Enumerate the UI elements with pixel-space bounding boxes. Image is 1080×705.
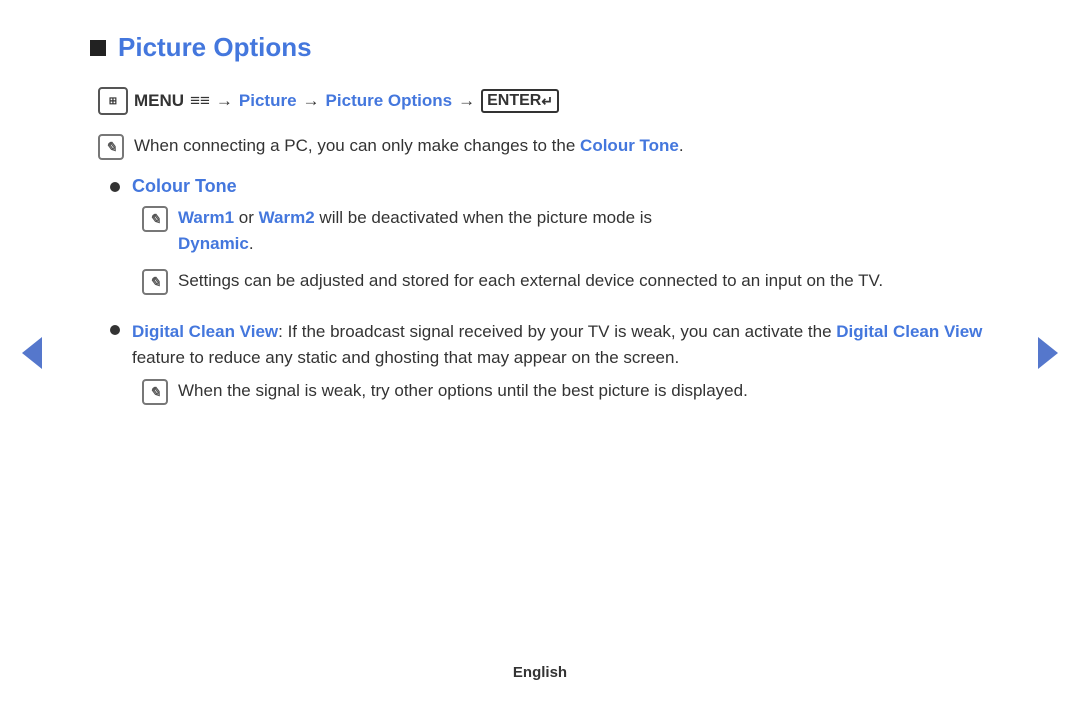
dcv-text1: If the broadcast signal received by your… (283, 322, 836, 341)
warm-after: will be deactivated when the picture mod… (315, 208, 652, 227)
note-icon-settings: ✎ (142, 269, 168, 295)
pc-note-before: When connecting a PC, you can only make … (134, 136, 580, 155)
menu-picture: Picture (239, 91, 297, 111)
title-square-icon (90, 40, 106, 56)
note-icon-dcv: ✎ (142, 379, 168, 405)
warm-or: or (234, 208, 259, 227)
dcv-link: Digital Clean View (836, 322, 982, 341)
dcv-main-text: Digital Clean View: If the broadcast sig… (132, 322, 982, 367)
warm-note: ✎ Warm1 or Warm2 will be deactivated whe… (142, 205, 990, 256)
pc-note-text: When connecting a PC, you can only make … (134, 133, 684, 159)
dynamic-text: Dynamic (178, 234, 249, 253)
bullet-digital-clean-view: Digital Clean View: If the broadcast sig… (110, 319, 990, 417)
warm2-text: Warm2 (259, 208, 315, 227)
prev-arrow[interactable] (16, 337, 48, 369)
dcv-sub-note: ✎ When the signal is weak, try other opt… (142, 378, 990, 405)
menu-path: ⊞ MENU ≡≡ → Picture → Picture Options → … (98, 87, 990, 115)
right-arrow-icon (1038, 337, 1058, 369)
settings-note-text: Settings can be adjusted and stored for … (178, 268, 883, 294)
footer: English (0, 664, 1080, 681)
page-title-section: Picture Options (90, 32, 990, 63)
colour-tone-notes: ✎ Warm1 or Warm2 will be deactivated whe… (142, 205, 990, 295)
page-title: Picture Options (118, 32, 312, 63)
dcv-title: Digital Clean View (132, 322, 278, 341)
pc-note-after: . (679, 136, 684, 155)
warm1-text: Warm1 (178, 208, 234, 227)
left-arrow-icon (22, 337, 42, 369)
footer-language: English (513, 664, 567, 681)
bullet-content-2: Digital Clean View: If the broadcast sig… (132, 319, 990, 417)
pc-note-link: Colour Tone (580, 136, 679, 155)
pc-note: ✎ When connecting a PC, you can only mak… (98, 133, 990, 160)
dcv-notes: ✎ When the signal is weak, try other opt… (142, 378, 990, 405)
dcv-sub-note-text: When the signal is weak, try other optio… (178, 378, 748, 404)
next-arrow[interactable] (1032, 337, 1064, 369)
warm-note-text: Warm1 or Warm2 will be deactivated when … (178, 205, 652, 256)
arrow1: → (216, 91, 233, 111)
arrow3: → (458, 91, 475, 111)
dcv-text2: feature to reduce any static and ghostin… (132, 348, 679, 367)
colour-tone-title: Colour Tone (132, 176, 237, 196)
page-container: Picture Options ⊞ MENU ≡≡ → Picture → Pi… (0, 0, 1080, 705)
enter-icon: ENTER↵ (481, 89, 559, 113)
bullet-content-1: Colour Tone ✎ Warm1 or Warm2 will be dea… (132, 176, 990, 307)
bullet-dot-1 (110, 182, 120, 192)
menu-icon: ⊞ (98, 87, 128, 115)
dynamic-suffix: . (249, 234, 254, 253)
settings-note: ✎ Settings can be adjusted and stored fo… (142, 268, 990, 295)
menu-bars: ≡≡ (190, 91, 210, 111)
enter-label: ENTER (487, 92, 541, 110)
bullet-list: Colour Tone ✎ Warm1 or Warm2 will be dea… (110, 176, 990, 417)
menu-label: MENU (134, 91, 184, 111)
note-icon-pc: ✎ (98, 134, 124, 160)
bullet-dot-2 (110, 325, 120, 335)
arrow2: → (303, 91, 320, 111)
menu-picture-options: Picture Options (326, 91, 453, 111)
note-icon-warm: ✎ (142, 206, 168, 232)
bullet-colour-tone: Colour Tone ✎ Warm1 or Warm2 will be dea… (110, 176, 990, 307)
